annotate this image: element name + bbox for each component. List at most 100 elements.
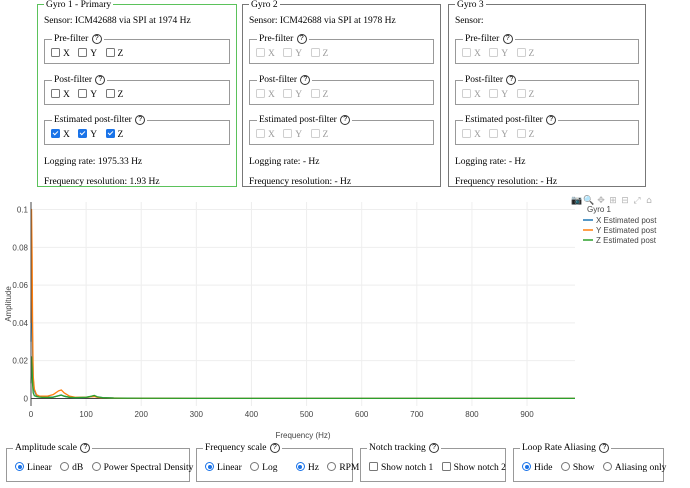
gyro-3-postfilter-y-checkbox <box>489 89 499 98</box>
gyro-2-postfilter-z-checkbox <box>310 89 320 98</box>
amplitude-db-radio[interactable] <box>60 462 70 471</box>
gyro-1-postfilter-z-checkbox[interactable] <box>105 89 115 98</box>
prefilter-label: Pre-filter <box>465 34 500 44</box>
gyro-1-postfilter-y-checkbox[interactable] <box>78 89 88 98</box>
gyro-1-postfilter-legend: Post-filter ? <box>52 75 108 86</box>
postfilter-label: Post-filter <box>259 75 297 85</box>
prefilter-label: Pre-filter <box>54 34 89 44</box>
gyro-1-prefilter-x-checkbox[interactable] <box>51 48 60 57</box>
y-tick-label: 0.04 <box>12 319 28 328</box>
gyro-1-estimated-group: Estimated post-filter ? X Y Z <box>44 115 230 145</box>
amplitude-linear-radio[interactable] <box>15 462 24 471</box>
y-tick-label: 0.06 <box>12 281 28 290</box>
frequency-hz-radio[interactable] <box>295 462 305 471</box>
fft-chart-svg: 0 100 200 300 400 500 600 700 800 900 0 0.02 0.04 0.0… <box>4 202 657 440</box>
gyro-3-sensor: Sensor: <box>455 16 484 26</box>
z-label: Z <box>117 130 124 140</box>
gyro-1-postfilter-x-checkbox[interactable] <box>51 89 60 98</box>
help-icon[interactable]: ? <box>340 115 351 125</box>
y-tick-label: 0 <box>24 394 29 403</box>
y-tick-label: 0.08 <box>12 243 28 252</box>
help-icon[interactable]: ? <box>269 443 280 453</box>
y-tick-label: 0.02 <box>12 357 28 366</box>
gyro-1-sensor: Sensor: ICM42688 via SPI at 1974 Hz <box>44 16 191 26</box>
gyro-1-estimated-z-checkbox[interactable] <box>105 129 115 138</box>
estimated-label: Estimated post-filter <box>259 115 337 125</box>
x-tick-label: 900 <box>520 410 534 419</box>
help-icon[interactable]: ? <box>91 34 102 44</box>
amplitude-scale-legend: Amplitude scale ? <box>13 443 93 454</box>
gyro-1-prefilter-y-checkbox[interactable] <box>78 48 88 57</box>
x-label: X <box>474 90 481 100</box>
frequency-scale-legend: Frequency scale ? <box>203 443 282 454</box>
gyro-2-estimated-y-checkbox <box>283 129 293 138</box>
gyro-3-prefilter-group: Pre-filter ? X Y Z <box>455 34 639 64</box>
help-icon[interactable]: ? <box>296 34 307 44</box>
gyro-1-estimated-y-checkbox[interactable] <box>78 129 88 138</box>
show-notch-1-checkbox[interactable] <box>369 462 378 471</box>
gyro-2-prefilter-y-checkbox <box>283 48 293 57</box>
gyro-2-sensor: Sensor: ICM42688 via SPI at 1978 Hz <box>249 16 396 26</box>
gyro-2-frequency-resolution: Frequency resolution: - Hz <box>249 177 352 187</box>
y-label: Y <box>501 130 509 140</box>
help-icon[interactable]: ? <box>135 115 146 125</box>
show-notch-2-checkbox[interactable] <box>441 462 451 471</box>
z-label: Z <box>528 130 535 140</box>
x-tick-label: 100 <box>79 410 93 419</box>
help-icon[interactable]: ? <box>95 75 106 85</box>
aliasing-only-radio[interactable] <box>602 462 612 471</box>
gyro-3-postfilter-legend: Post-filter ? <box>463 75 519 86</box>
frequency-scale-group: Frequency scale ? Linear Log Hz RPM <box>196 443 359 482</box>
frequency-linear-radio[interactable] <box>205 462 214 471</box>
legend-entry: X Estimated post <box>596 216 657 225</box>
gyro-3-prefilter-x-checkbox <box>462 48 471 57</box>
estimated-label: Estimated post-filter <box>54 115 132 125</box>
loop-rate-aliasing-group: Loop Rate Aliasing ? Hide Show Aliasing … <box>513 443 667 482</box>
x-label: X <box>63 130 70 140</box>
y-label: Y <box>90 130 98 140</box>
gyro-1-estimated-legend: Estimated post-filter ? <box>52 115 148 126</box>
y-label: Y <box>295 49 303 59</box>
gyro-2-postfilter-group: Post-filter ? X Y Z <box>249 75 434 105</box>
gyro-1-estimated-x-checkbox[interactable] <box>51 129 60 138</box>
gyro-3-estimated-group: Estimated post-filter ? X Y Z <box>455 115 639 145</box>
help-icon[interactable]: ? <box>80 443 91 453</box>
y-label: Y <box>501 49 509 59</box>
amplitude-scale-label: Amplitude scale <box>15 443 77 453</box>
gyro-1-postfilter-group: Post-filter ? X Y Z <box>44 75 230 105</box>
aliasing-only-label: Aliasing only <box>614 463 667 473</box>
fft-plot[interactable]: 📷🔍 ✥ ⊞ ⊟ ⤢ ⌂ 0 100 200 300 400 500 600 700 800 900 0 0.0… <box>0 192 690 446</box>
prefilter-label: Pre-filter <box>259 34 294 44</box>
help-icon[interactable]: ? <box>546 115 557 125</box>
gyro-2-logging-rate: Logging rate: - Hz <box>249 157 320 167</box>
aliasing-show-label: Show <box>572 463 595 473</box>
gyro-2-prefilter-group: Pre-filter ? X Y Z <box>249 34 434 64</box>
aliasing-show-radio[interactable] <box>560 462 570 471</box>
amplitude-psd-radio[interactable] <box>91 462 101 471</box>
x-tick-label: 200 <box>135 410 149 419</box>
help-icon[interactable]: ? <box>506 75 517 85</box>
x-tick-label: 0 <box>29 410 34 419</box>
x-label: X <box>474 130 481 140</box>
frequency-rpm-radio[interactable] <box>327 462 337 471</box>
help-icon[interactable]: ? <box>502 34 513 44</box>
x-tick-label: 400 <box>245 410 259 419</box>
estimated-label: Estimated post-filter <box>465 115 543 125</box>
gyro-3-estimated-z-checkbox <box>516 129 526 138</box>
aliasing-hide-radio[interactable] <box>522 462 531 471</box>
frequency-scale-label: Frequency scale <box>205 443 267 453</box>
gyro-2-prefilter-z-checkbox <box>310 48 320 57</box>
gyro-3-panel: Gyro 3 Sensor: Pre-filter ? X Y Z Post-f… <box>448 0 646 187</box>
help-icon[interactable]: ? <box>599 443 610 453</box>
x-tick-label: 600 <box>355 410 369 419</box>
x-tick-label: 500 <box>300 410 314 419</box>
gyro-3-prefilter-legend: Pre-filter ? <box>463 34 515 45</box>
gyro-3-postfilter-x-checkbox <box>462 89 471 98</box>
help-icon[interactable]: ? <box>429 443 440 453</box>
gyro-1-prefilter-z-checkbox[interactable] <box>105 48 115 57</box>
z-label: Z <box>117 49 124 59</box>
frequency-log-radio[interactable] <box>250 462 260 471</box>
gyro-1-panel: Gyro 1 - Primary Sensor: ICM42688 via SP… <box>37 0 237 187</box>
help-icon[interactable]: ? <box>300 75 311 85</box>
aliasing-hide-label: Hide <box>534 463 553 473</box>
